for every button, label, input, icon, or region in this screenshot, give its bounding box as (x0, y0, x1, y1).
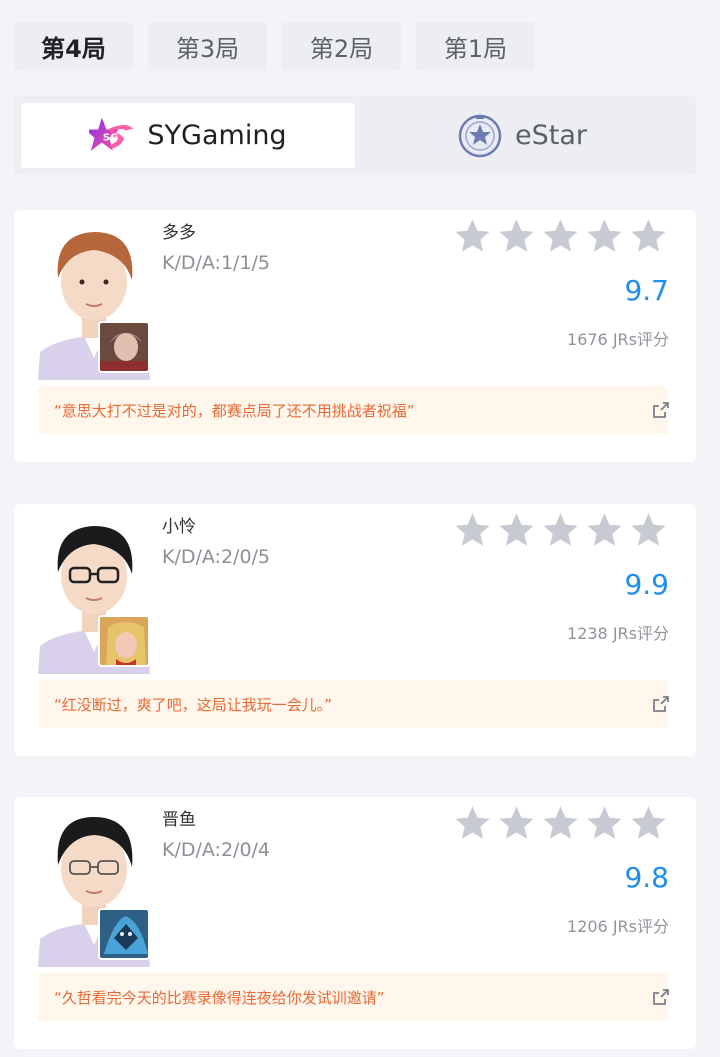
player-kda: K/D/A:2/0/5 (162, 546, 271, 568)
tab-game-4[interactable]: 第4局 (14, 22, 133, 71)
team-switcher: SG SYGaming eStar (14, 96, 696, 175)
top-comment[interactable]: “意思大打不过是对的，都赛点局了还不用挑战者祝福” (38, 386, 668, 434)
svg-text:SG: SG (103, 132, 119, 143)
player-card[interactable]: 多多 K/D/A:1/1/5 9.7 1676 JRs评分 “意思大打不过是对的… (14, 210, 696, 462)
hero-portrait (98, 321, 150, 373)
star-icon[interactable] (628, 803, 669, 844)
team-tab-sygaming[interactable]: SG SYGaming (21, 103, 355, 168)
star-icon[interactable] (540, 216, 581, 257)
player-name: 多多 (162, 223, 196, 243)
star-icon[interactable] (540, 510, 581, 551)
share-icon[interactable] (651, 987, 671, 1007)
player-score: 9.7 (624, 274, 669, 307)
star-icon[interactable] (540, 803, 581, 844)
tab-game-1[interactable]: 第1局 (416, 22, 535, 71)
rating-stars[interactable] (452, 803, 669, 844)
player-kda: K/D/A:1/1/5 (162, 252, 271, 274)
tab-game-2[interactable]: 第2局 (282, 22, 401, 71)
star-icon[interactable] (496, 510, 537, 551)
player-score: 9.9 (624, 568, 669, 601)
player-name: 小怜 (162, 517, 196, 537)
vote-count: 1206 JRs评分 (567, 917, 669, 936)
estar-logo-icon (457, 113, 503, 159)
star-icon[interactable] (452, 216, 493, 257)
player-name: 晋鱼 (162, 810, 196, 830)
team-tab-estar[interactable]: eStar (355, 103, 689, 168)
star-icon[interactable] (628, 510, 669, 551)
team-name-estar: eStar (515, 120, 587, 151)
sygaming-logo-icon: SG (89, 113, 135, 159)
star-icon[interactable] (452, 803, 493, 844)
game-tabs: 第4局 第3局 第2局 第1局 (14, 22, 535, 71)
tab-game-3[interactable]: 第3局 (148, 22, 267, 71)
team-name-sygaming: SYGaming (147, 120, 287, 151)
rating-stars[interactable] (452, 510, 669, 551)
star-icon[interactable] (452, 510, 493, 551)
star-icon[interactable] (584, 510, 625, 551)
top-comment[interactable]: “久哲看完今天的比赛录像得连夜给你发试训邀请” (38, 973, 668, 1021)
star-icon[interactable] (496, 216, 537, 257)
player-score: 9.8 (624, 861, 669, 894)
share-icon[interactable] (651, 400, 671, 420)
top-comment[interactable]: “红没断过，爽了吧，这局让我玩一会儿。” (38, 680, 668, 728)
hero-portrait (98, 908, 150, 960)
player-card[interactable]: 晋鱼 K/D/A:2/0/4 9.8 1206 JRs评分 “久哲看完今天的比赛… (14, 797, 696, 1049)
star-icon[interactable] (496, 803, 537, 844)
vote-count: 1238 JRs评分 (567, 624, 669, 643)
hero-portrait (98, 615, 150, 667)
star-icon[interactable] (628, 216, 669, 257)
vote-count: 1676 JRs评分 (567, 330, 669, 349)
player-card[interactable]: 小怜 K/D/A:2/0/5 9.9 1238 JRs评分 “红没断过，爽了吧，… (14, 504, 696, 756)
player-kda: K/D/A:2/0/4 (162, 839, 271, 861)
star-icon[interactable] (584, 803, 625, 844)
share-icon[interactable] (651, 694, 671, 714)
rating-stars[interactable] (452, 216, 669, 257)
match-rating-page: 第4局 第3局 第2局 第1局 SG SYGaming eStar 多多 K/D… (0, 0, 720, 1057)
star-icon[interactable] (584, 216, 625, 257)
